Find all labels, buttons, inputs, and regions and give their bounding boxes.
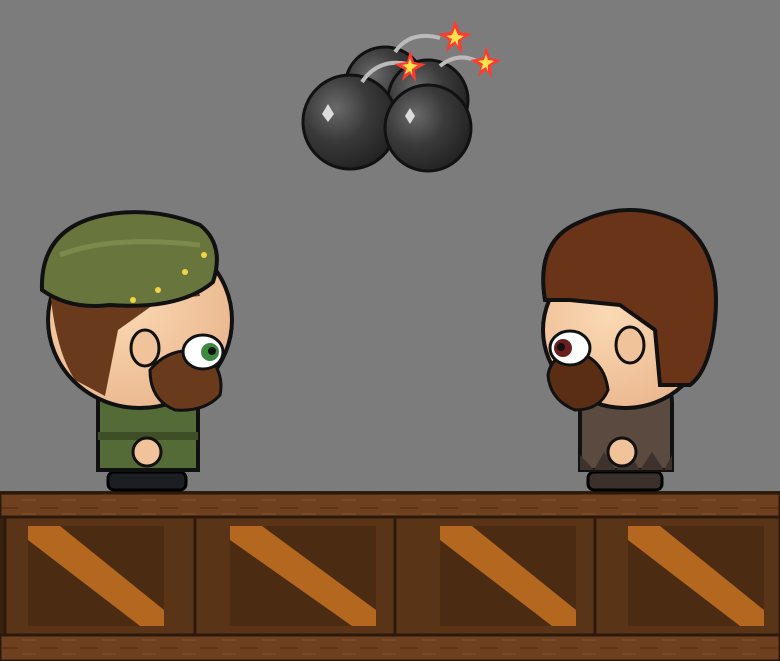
game-canvas: [0, 20, 780, 661]
caveman-character[interactable]: [541, 208, 718, 492]
crate: [593, 515, 780, 637]
wooden-floor: [0, 491, 780, 661]
bomb-icon[interactable]: [383, 83, 473, 173]
game-scene: [0, 0, 780, 661]
crate: [193, 515, 397, 637]
spark-icon: [470, 46, 501, 78]
crate: [3, 515, 197, 637]
bomb-cluster[interactable]: [301, 20, 501, 173]
crate: [393, 515, 597, 637]
spark-icon: [438, 20, 472, 54]
soldier-character[interactable]: [39, 210, 234, 492]
